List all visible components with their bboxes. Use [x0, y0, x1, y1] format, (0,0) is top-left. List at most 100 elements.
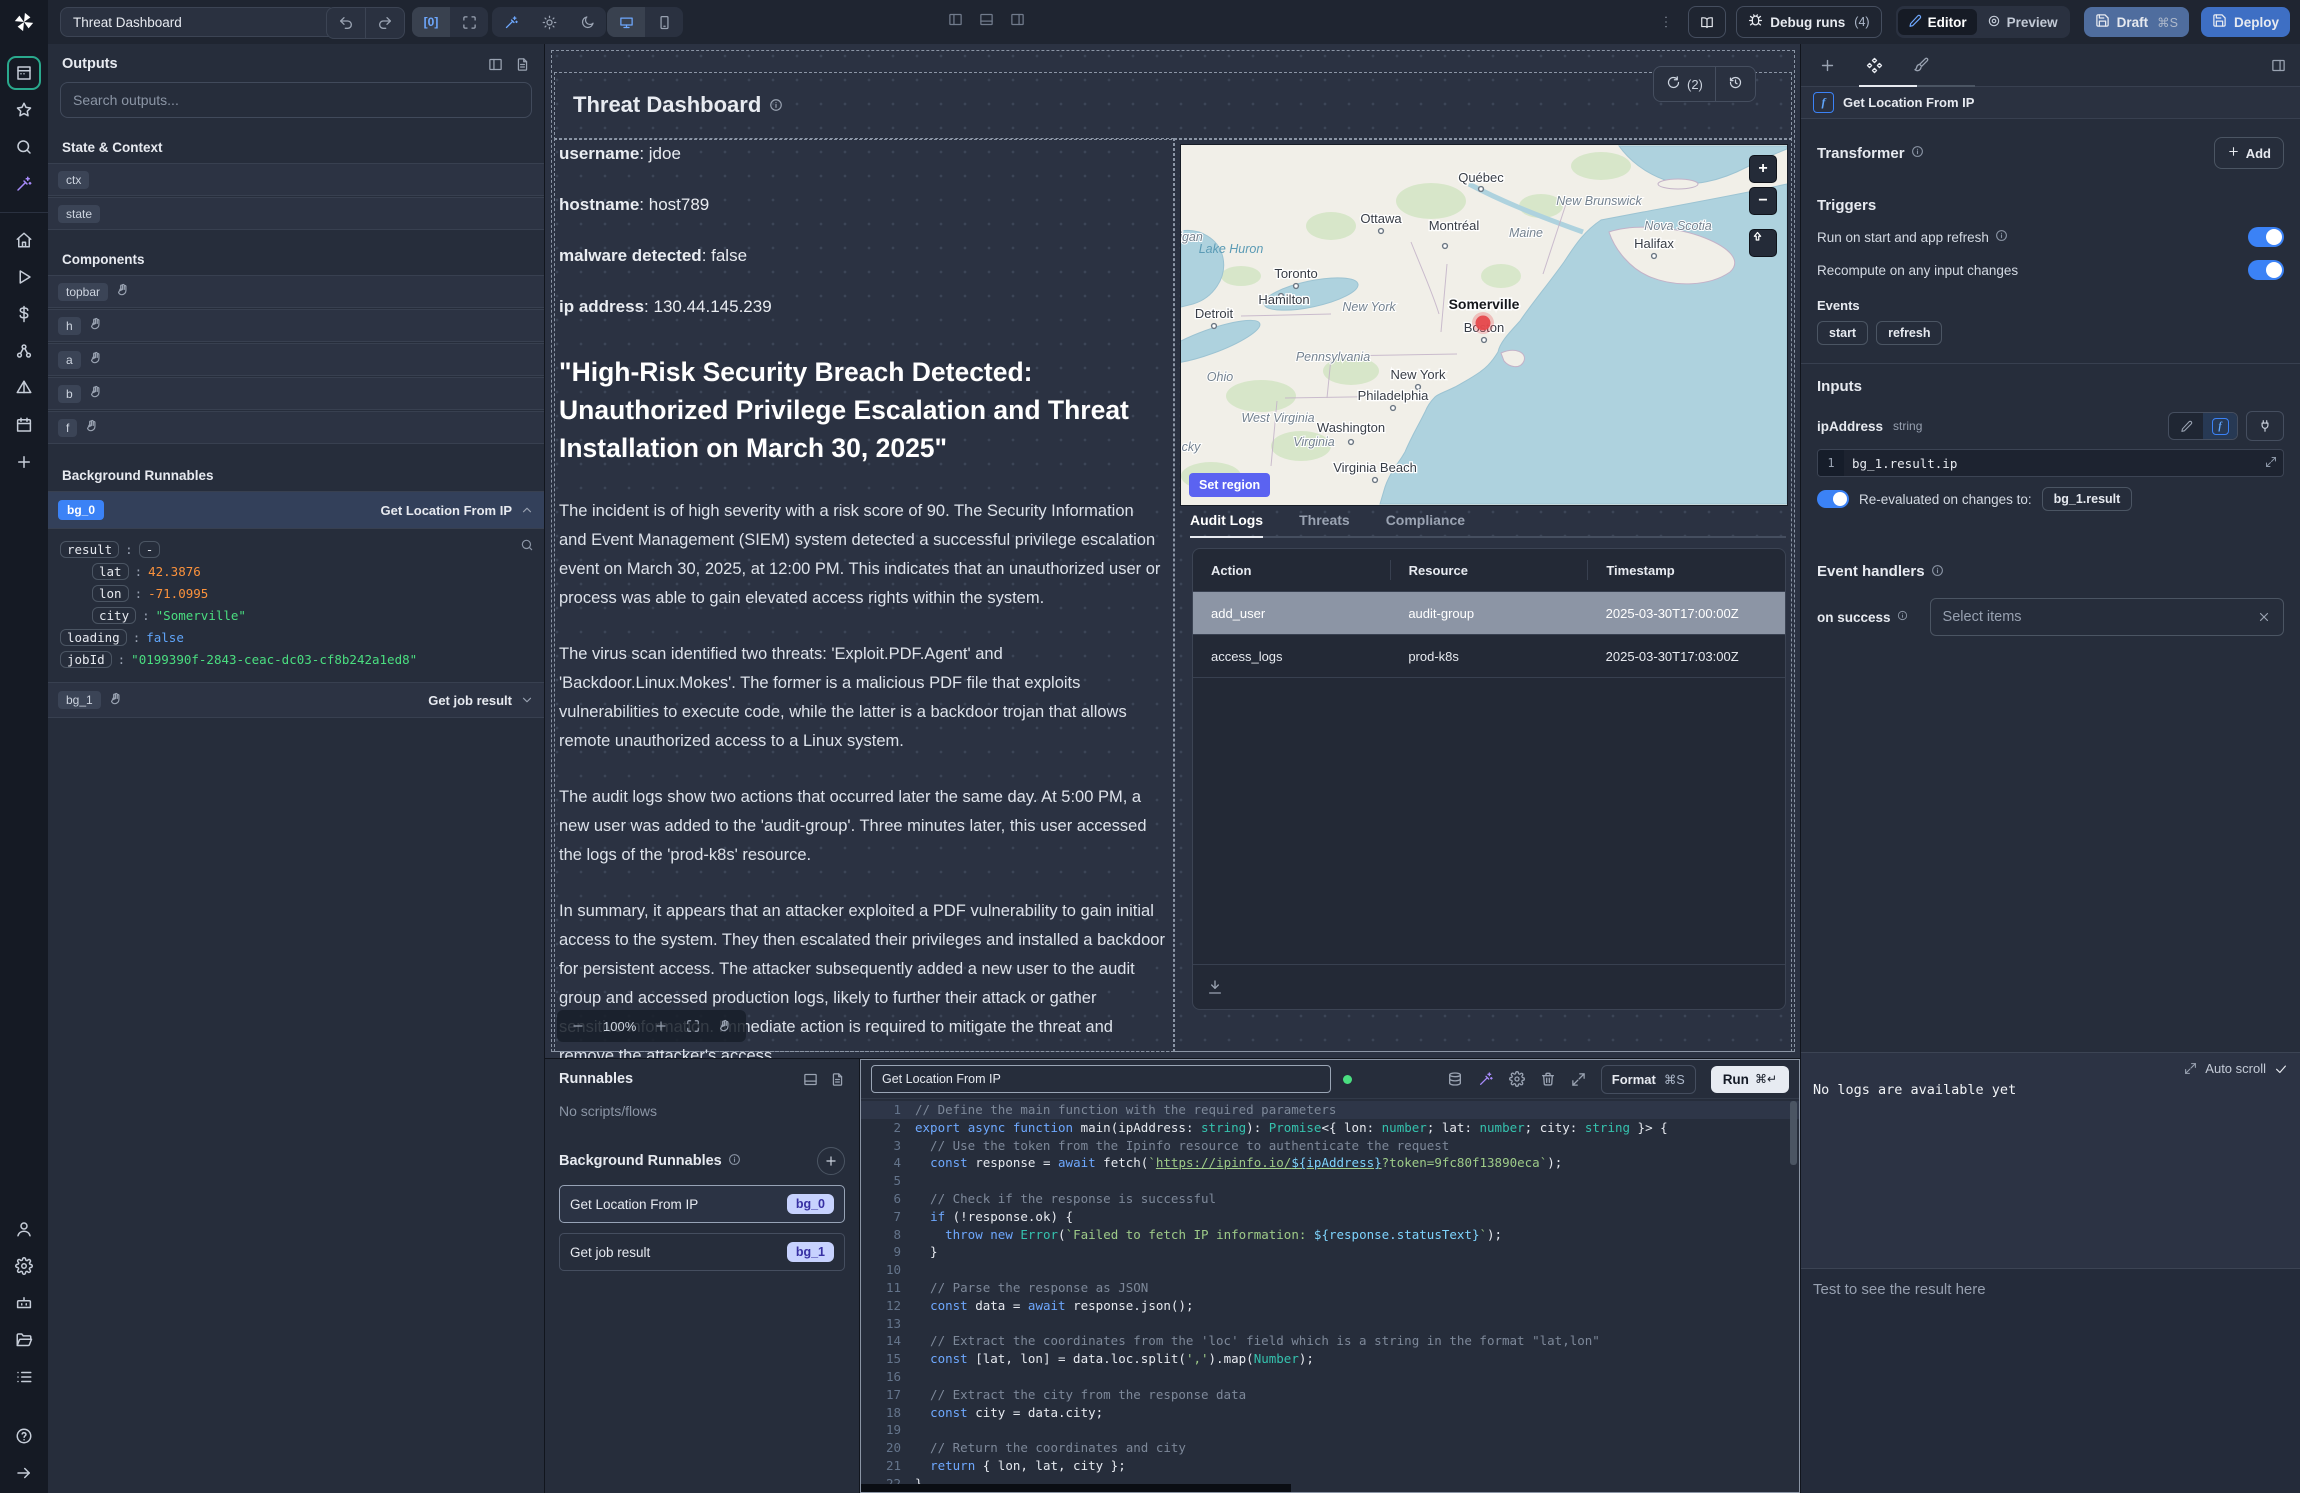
settings-icon[interactable]	[1509, 1071, 1525, 1087]
code-line[interactable]: 7 if (!response.ok) {	[861, 1208, 1799, 1226]
column-header-resource[interactable]: Resource	[1390, 560, 1588, 580]
app-title-input[interactable]: Threat Dashboard	[60, 7, 336, 37]
rail-item-help[interactable]	[7, 1419, 41, 1453]
tree-row-loading[interactable]: loading:false	[60, 626, 532, 648]
insert-component-tab[interactable]	[1819, 57, 1836, 74]
preview-tab[interactable]: Preview	[1977, 9, 2068, 35]
collapse-button[interactable]: -	[139, 541, 161, 558]
styling-tab[interactable]	[1913, 57, 1929, 73]
code-line[interactable]: 3 // Use the token from the Ipinfo resou…	[861, 1137, 1799, 1155]
rail-item-robot[interactable]	[7, 1286, 41, 1320]
code-line[interactable]: 13	[861, 1315, 1799, 1333]
outputs-doc-icon[interactable]	[515, 57, 530, 72]
zoom-out-icon[interactable]	[571, 1019, 585, 1033]
toggle-bottom-panel-icon[interactable]	[979, 12, 994, 30]
runnable-item-bg_1[interactable]: Get job resultbg_1	[559, 1233, 845, 1271]
code-line[interactable]: 10	[861, 1261, 1799, 1279]
rail-item-app-window[interactable]	[7, 56, 41, 90]
eval-mode-button[interactable]: f	[2203, 413, 2237, 439]
tab-compliance[interactable]: Compliance	[1386, 512, 1465, 528]
editor-tab[interactable]: Editor	[1898, 9, 1977, 35]
collapse-bottom-icon[interactable]	[803, 1072, 818, 1087]
rail-item-workflow[interactable]	[7, 334, 41, 368]
pan-hand-icon[interactable]	[718, 1019, 732, 1033]
toggle-left-panel-icon[interactable]	[948, 12, 963, 30]
docs-button[interactable]	[1688, 6, 1726, 38]
code-line[interactable]: 18 const city = data.city;	[861, 1404, 1799, 1422]
rail-item-list[interactable]	[7, 1360, 41, 1394]
rail-item-plus[interactable]	[7, 445, 41, 479]
code-line[interactable]: 15 const [lat, lon] = data.loc.split(','…	[861, 1350, 1799, 1368]
fit-view-icon[interactable]	[686, 1019, 700, 1033]
rail-item-home[interactable]	[7, 223, 41, 257]
output-row-h[interactable]: h	[48, 309, 544, 342]
tree-row-jobId[interactable]: jobId:"0199390f-2843-ceac-dc03-cf8b242a1…	[60, 648, 532, 670]
runnable-name-input[interactable]: Get Location From IP	[871, 1065, 1331, 1093]
code-line[interactable]: 14 // Extract the coordinates from the '…	[861, 1332, 1799, 1350]
column-header-timestamp[interactable]: Timestamp	[1587, 560, 1785, 580]
ai-assist-icon[interactable]	[1478, 1071, 1494, 1087]
chevron-down-icon[interactable]	[520, 693, 534, 707]
undo-button[interactable]	[327, 8, 365, 38]
code-line[interactable]: 11 // Parse the response as JSON	[861, 1279, 1799, 1297]
rail-item-play[interactable]	[7, 260, 41, 294]
rail-item-search[interactable]	[7, 130, 41, 164]
code-line[interactable]: 4 const response = await fetch(`https://…	[861, 1154, 1799, 1172]
fullscreen-toggle[interactable]	[450, 7, 488, 37]
rail-item-arrow-right[interactable]	[7, 1456, 41, 1490]
output-row-topbar[interactable]: topbar	[48, 275, 544, 308]
map-zoom-in-button[interactable]: +	[1749, 155, 1777, 183]
table-row[interactable]: add_useraudit-group2025-03-30T17:00:00Z	[1193, 592, 1785, 635]
output-row-state[interactable]: state	[48, 197, 544, 230]
dark-mode-button[interactable]	[568, 7, 606, 37]
expand-editor-icon[interactable]	[1571, 1072, 1586, 1087]
connect-input-button[interactable]	[2246, 411, 2284, 441]
rail-item-wand[interactable]	[7, 167, 41, 201]
output-row-ctx[interactable]: ctx	[48, 163, 544, 196]
draft-button[interactable]: Draft ⌘S	[2084, 7, 2189, 37]
magic-theme-button[interactable]	[492, 7, 530, 37]
expand-logs-icon[interactable]	[2184, 1062, 2197, 1075]
grid-lines-toggle[interactable]: [0]	[412, 7, 450, 37]
output-row-f[interactable]: f	[48, 411, 544, 444]
table-download-icon[interactable]	[1207, 979, 1223, 995]
collapse-outputs-icon[interactable]	[488, 57, 503, 72]
add-transformer-button[interactable]: Add	[2214, 137, 2284, 169]
settings-component-tab[interactable]	[1866, 57, 1883, 74]
reevaluate-target-chip[interactable]: bg_1.result	[2042, 487, 2133, 511]
rail-item-pyramid[interactable]	[7, 371, 41, 405]
map-recenter-button[interactable]	[1749, 229, 1777, 257]
rail-item-star[interactable]	[7, 93, 41, 127]
code-scrollbar-vertical[interactable]	[1790, 1101, 1797, 1165]
code-line[interactable]: 6 // Check if the response is successful	[861, 1190, 1799, 1208]
code-line[interactable]: 17 // Extract the city from the response…	[861, 1386, 1799, 1404]
tab-threats[interactable]: Threats	[1299, 512, 1350, 528]
table-row[interactable]: access_logsprod-k8s2025-03-30T17:03:00Z	[1193, 635, 1785, 678]
rail-item-folder[interactable]	[7, 1323, 41, 1357]
bg0-output-row[interactable]: bg_0 Get Location From IP	[48, 491, 544, 529]
app-canvas[interactable]: Threat Dashboard (2) username: jdoehostn…	[545, 44, 1800, 1058]
event-chip-start[interactable]: start	[1817, 321, 1868, 345]
code-scrollbar-horizontal[interactable]	[861, 1484, 1291, 1492]
code-line[interactable]: 21 return { lon, lat, city };	[861, 1457, 1799, 1475]
selected-runnable-breadcrumb[interactable]: f Get Location From IP	[1801, 87, 2300, 119]
code-line[interactable]: 2export async function main(ipAddress: s…	[861, 1119, 1799, 1137]
zoom-in-icon[interactable]	[654, 1019, 668, 1033]
runnable-item-bg_0[interactable]: Get Location From IPbg_0	[559, 1185, 845, 1223]
expression-editor[interactable]: 1 bg_1.result.ip	[1817, 449, 2284, 477]
code-area[interactable]: 1// Define the main function with the re…	[861, 1099, 1799, 1492]
toggle-right-panel-icon[interactable]	[1010, 12, 1025, 30]
chevron-up-icon[interactable]	[520, 503, 534, 517]
code-line[interactable]: 19	[861, 1421, 1799, 1439]
column-header-action[interactable]: Action	[1193, 560, 1390, 580]
clear-select-icon[interactable]	[2257, 610, 2271, 624]
bg1-output-row[interactable]: bg_1 Get job result	[48, 682, 544, 718]
tree-row-lon[interactable]: lon:-71.0995	[60, 582, 532, 604]
debug-runs-button[interactable]: Debug runs (4)	[1736, 6, 1881, 38]
delete-icon[interactable]	[1540, 1071, 1556, 1087]
run-button[interactable]: Run ⌘↵	[1711, 1066, 1789, 1093]
reevaluate-toggle[interactable]	[1817, 490, 1849, 508]
output-row-a[interactable]: a	[48, 343, 544, 376]
desktop-view-button[interactable]	[607, 7, 645, 37]
run-on-start-toggle[interactable]	[2248, 227, 2284, 247]
